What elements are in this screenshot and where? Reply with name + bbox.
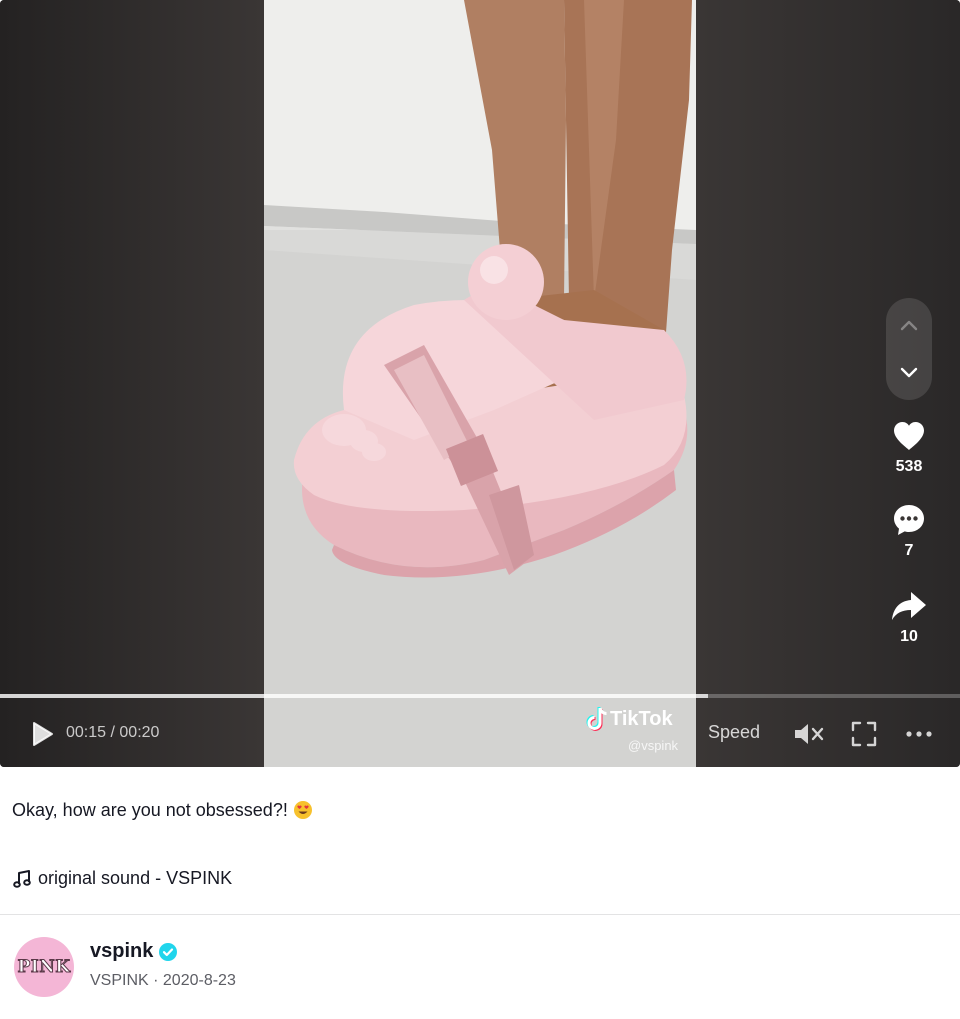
tiktok-logo-icon xyxy=(586,707,607,732)
tiktok-watermark-brand: TikTok xyxy=(610,707,673,730)
share-arrow-icon xyxy=(892,592,926,620)
caption-text: Okay, how are you not obsessed?! xyxy=(12,800,288,820)
like-button[interactable]: 538 xyxy=(884,416,934,476)
music-note-icon xyxy=(13,869,31,888)
tiktok-watermark-handle: @vspink xyxy=(628,738,679,753)
share-count: 10 xyxy=(900,628,918,645)
speed-button[interactable]: Speed xyxy=(708,722,760,743)
fullscreen-icon xyxy=(851,721,877,747)
author-meta: VSPINK · 2020-8-23 xyxy=(90,972,236,990)
video-caption: Okay, how are you not obsessed?! xyxy=(12,800,312,821)
chevron-up-icon xyxy=(900,320,918,331)
total-time: 00:20 xyxy=(119,724,160,741)
username-text: vspink xyxy=(90,940,154,962)
share-button[interactable]: 10 xyxy=(884,586,934,646)
comment-bubble-icon xyxy=(894,505,924,535)
tiktok-watermark: TikTok @vspink xyxy=(586,706,696,756)
like-count: 538 xyxy=(895,458,923,475)
previous-video-button[interactable] xyxy=(886,302,932,348)
video-player[interactable]: 538 7 10 00:15 / 00:20 TikTok @vspink Sp… xyxy=(0,0,960,767)
music-link[interactable]: original sound - VSPINK xyxy=(12,868,232,889)
video-nav-pill xyxy=(886,298,932,400)
author-username[interactable]: vspink xyxy=(90,940,178,963)
avatar-logo-text: PINK xyxy=(17,957,71,978)
verified-badge-icon xyxy=(159,942,178,961)
time-separator: / xyxy=(106,724,120,741)
music-title: original sound - VSPINK xyxy=(38,868,233,888)
progress-bar[interactable] xyxy=(0,694,960,698)
playback-time: 00:15 / 00:20 xyxy=(66,724,159,742)
meta-separator: · xyxy=(148,972,163,989)
play-button[interactable] xyxy=(30,720,56,748)
divider xyxy=(0,914,960,915)
more-options-button[interactable] xyxy=(904,724,934,744)
video-still-slipper xyxy=(264,0,696,767)
heart-icon xyxy=(894,422,924,450)
avatar[interactable]: PINK xyxy=(14,937,74,997)
video-frame[interactable] xyxy=(264,0,696,767)
comment-count: 7 xyxy=(904,542,914,559)
progress-bar-fill xyxy=(0,694,709,698)
comment-button[interactable]: 7 xyxy=(884,500,934,560)
post-date: 2020-8-23 xyxy=(162,972,236,989)
volume-muted-icon xyxy=(795,724,824,744)
next-video-button[interactable] xyxy=(886,350,932,396)
more-dots-icon xyxy=(906,731,932,737)
heart-eyes-emoji-icon xyxy=(293,801,312,819)
fullscreen-button[interactable] xyxy=(850,720,878,748)
play-icon xyxy=(33,722,53,746)
mute-toggle-button[interactable] xyxy=(792,720,826,748)
chevron-down-icon xyxy=(900,367,918,378)
current-time: 00:15 xyxy=(66,724,107,741)
player-controls: 00:15 / 00:20 TikTok @vspink Speed xyxy=(0,700,960,767)
author-nickname: VSPINK xyxy=(90,972,149,989)
blurred-backdrop-left xyxy=(0,0,264,767)
